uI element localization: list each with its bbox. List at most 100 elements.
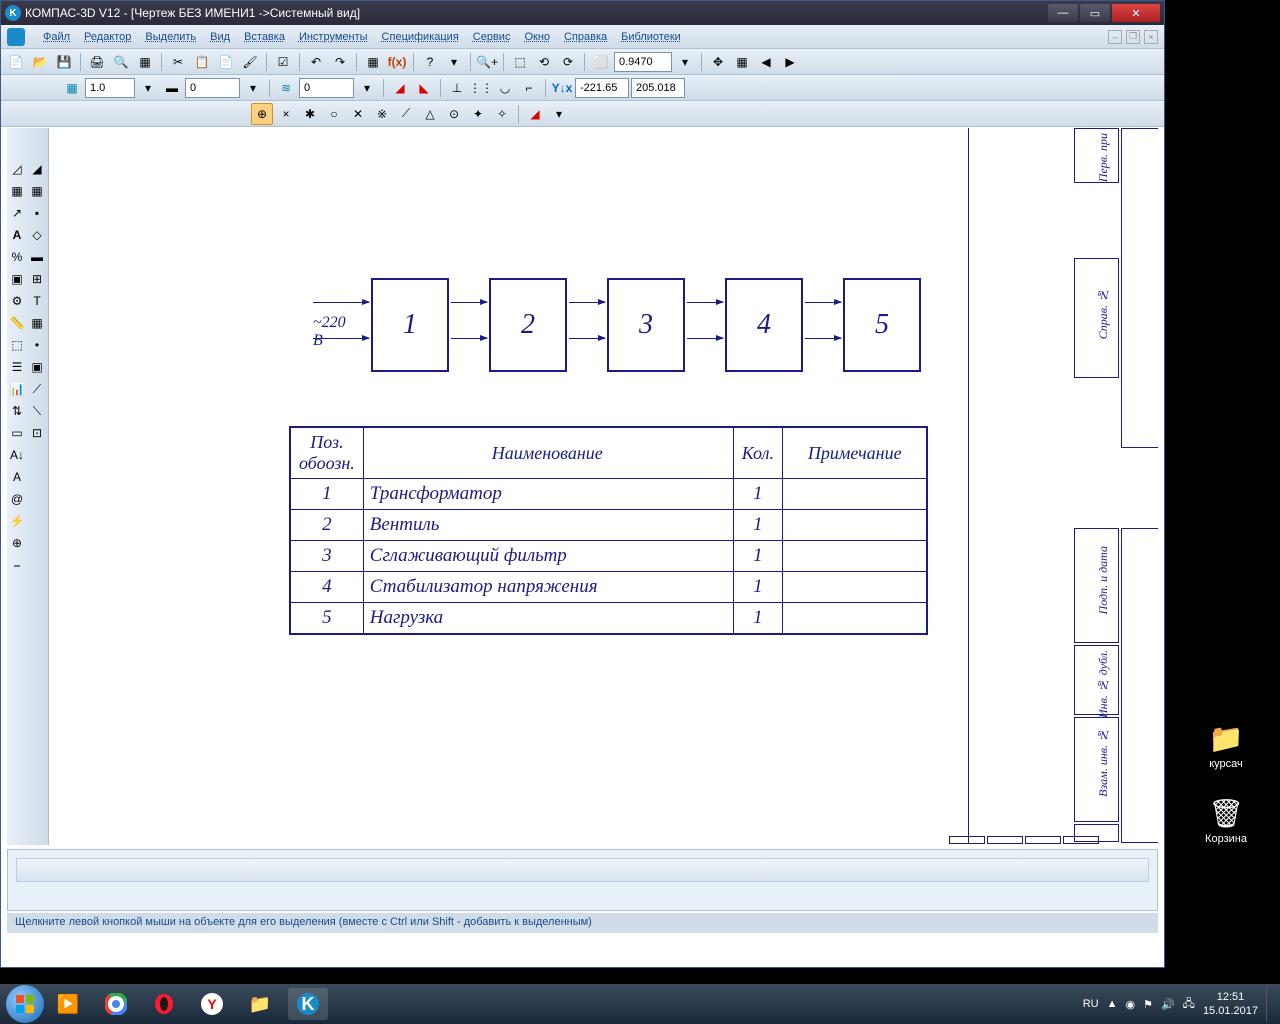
tool-assoc[interactable]: ⇅ xyxy=(7,401,27,421)
copy-button[interactable]: 📋 xyxy=(191,51,213,73)
ortho-button[interactable]: ⊥ xyxy=(446,77,468,99)
snap-toggle-2[interactable]: ◣ xyxy=(413,77,435,99)
coord-mode[interactable]: Y↓x xyxy=(551,77,573,99)
tool-r12[interactable]: ⟍ xyxy=(27,401,47,421)
close-button[interactable]: ✕ xyxy=(1112,4,1160,22)
tray-vol-icon[interactable]: 🔊 xyxy=(1161,998,1175,1011)
pan-button[interactable]: ✥ xyxy=(707,51,729,73)
task-kompas[interactable]: K xyxy=(288,988,328,1020)
print-button[interactable]: 🖨 xyxy=(86,51,108,73)
desktop-trash[interactable]: 🗑 Корзина xyxy=(1202,795,1250,845)
open-button[interactable]: 📂 xyxy=(29,51,51,73)
tool-reports[interactable]: 📊 xyxy=(7,379,27,399)
tool-a2[interactable]: A xyxy=(7,467,27,487)
menu-service[interactable]: Сервис xyxy=(473,31,511,43)
layers-button[interactable]: ≋ xyxy=(275,77,297,99)
task-mediaplayer[interactable]: ▶️ xyxy=(48,988,88,1020)
menu-view[interactable]: Вид xyxy=(210,31,230,43)
tool-dims[interactable]: ▦ xyxy=(7,181,27,201)
refresh-button[interactable]: ▦ xyxy=(731,51,753,73)
tool-r5[interactable]: ▬ xyxy=(27,247,47,267)
snap-2[interactable]: × xyxy=(275,103,297,125)
undo-button[interactable]: ↶ xyxy=(305,51,327,73)
property-panel-inner[interactable] xyxy=(16,858,1149,882)
snap-toggle-1[interactable]: ◢ xyxy=(389,77,411,99)
layer-icon[interactable]: ▬ xyxy=(161,77,183,99)
tray-lang[interactable]: RU xyxy=(1083,998,1099,1010)
vars-button[interactable]: f(x) xyxy=(386,51,408,73)
layer-dropdown[interactable]: ▾ xyxy=(242,77,264,99)
snap-dropdown[interactable]: ▾ xyxy=(548,103,570,125)
tool-at[interactable]: @ xyxy=(7,489,27,509)
tool-r13[interactable]: ⊡ xyxy=(27,423,47,443)
mdi-minimize[interactable]: – xyxy=(1108,30,1122,44)
task-yandex[interactable]: Y xyxy=(192,988,232,1020)
tool-spec[interactable]: ☰ xyxy=(7,357,27,377)
tool-arrow[interactable]: ↗ xyxy=(7,203,27,223)
menu-select[interactable]: Выделить xyxy=(145,31,196,43)
zoom-prev-button[interactable]: ⟲ xyxy=(533,51,555,73)
cut-button[interactable]: ✂ xyxy=(167,51,189,73)
drawing-canvas[interactable]: ~220 В 1 2 3 4 5 xyxy=(49,128,1158,845)
zoom-window-button[interactable]: ⬚ xyxy=(509,51,531,73)
task-chrome[interactable] xyxy=(96,988,136,1020)
paste-button[interactable]: 📄 xyxy=(215,51,237,73)
snap-9[interactable]: ⊙ xyxy=(443,103,465,125)
menu-tools[interactable]: Инструменты xyxy=(299,31,368,43)
tray-norton-icon[interactable]: ◉ xyxy=(1125,998,1135,1011)
round-button[interactable]: ◡ xyxy=(494,77,516,99)
snap-11[interactable]: ✧ xyxy=(491,103,513,125)
scale-dropdown[interactable]: ▾ xyxy=(137,77,159,99)
menu-window[interactable]: Окно xyxy=(524,31,550,43)
mdi-close[interactable]: × xyxy=(1144,30,1158,44)
help-cursor-button[interactable]: ? xyxy=(419,51,441,73)
preview-button[interactable]: 🔍 xyxy=(110,51,132,73)
tool-text-a[interactable]: A xyxy=(7,225,27,245)
task-opera[interactable] xyxy=(144,988,184,1020)
tray-up-icon[interactable]: ▲ xyxy=(1107,998,1118,1010)
tool-edit[interactable]: ▣ xyxy=(7,269,27,289)
tray-clock[interactable]: 12:51 15.01.2017 xyxy=(1203,990,1258,1019)
zoom-next-button[interactable]: ⟳ xyxy=(557,51,579,73)
snap-10[interactable]: ✦ xyxy=(467,103,489,125)
tool-origin[interactable]: ⊕ xyxy=(7,533,27,553)
prev-view-button[interactable]: ◀ xyxy=(755,51,777,73)
tool-r7[interactable]: T xyxy=(27,291,47,311)
snap-8[interactable]: △ xyxy=(419,103,441,125)
zoom-input[interactable] xyxy=(614,52,672,72)
show-desktop-button[interactable] xyxy=(1266,986,1274,1022)
start-button[interactable] xyxy=(6,985,44,1023)
tray-net-icon[interactable]: 🖧 xyxy=(1183,995,1195,1014)
style-input[interactable] xyxy=(299,78,354,98)
properties-button[interactable]: ☑ xyxy=(272,51,294,73)
snap-7[interactable]: ⟋ xyxy=(395,103,417,125)
tool-select[interactable]: ⬚ xyxy=(7,335,27,355)
mdi-restore[interactable]: ❐ xyxy=(1126,30,1140,44)
tray-action-icon[interactable]: ⚑ xyxy=(1143,998,1153,1011)
menu-insert[interactable]: Вставка xyxy=(244,31,285,43)
grid-snap-button[interactable]: ⋮⋮ xyxy=(470,77,492,99)
menu-help[interactable]: Справка xyxy=(564,31,607,43)
props-button[interactable]: ▦ xyxy=(134,51,156,73)
layer-input[interactable] xyxy=(185,78,240,98)
tool-r10[interactable]: ▣ xyxy=(27,357,47,377)
tool-r9[interactable]: • xyxy=(27,335,47,355)
tool-views[interactable]: ▭ xyxy=(7,423,27,443)
tool-r1[interactable]: ◢ xyxy=(27,159,47,179)
snap-1[interactable]: ⊕ xyxy=(251,103,273,125)
tool-r8[interactable]: ▦ xyxy=(27,313,47,333)
snap-5[interactable]: ✕ xyxy=(347,103,369,125)
snap-3[interactable]: ✱ xyxy=(299,103,321,125)
tool-measure[interactable]: 📏 xyxy=(7,313,27,333)
desktop-folder-kursach[interactable]: 📁 курсач xyxy=(1202,720,1250,770)
tool-percent[interactable]: % xyxy=(7,247,27,267)
tool-r4[interactable]: ◇ xyxy=(27,225,47,245)
lcs-button[interactable]: ⌐ xyxy=(518,77,540,99)
redo-button[interactable]: ↷ xyxy=(329,51,351,73)
tool-r11[interactable]: ⟋ xyxy=(27,379,47,399)
calc-button[interactable]: ▦ xyxy=(362,51,384,73)
tool-params[interactable]: ⚙ xyxy=(7,291,27,311)
snap-12[interactable]: ◢ xyxy=(524,103,546,125)
snap-4[interactable]: ○ xyxy=(323,103,345,125)
brush-button[interactable]: 🖌 xyxy=(239,51,261,73)
